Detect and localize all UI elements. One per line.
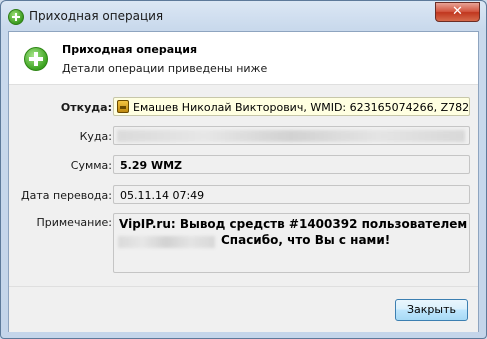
window-title: Приходная операция [29,9,164,23]
amount-field[interactable]: 5.29 WMZ [113,155,470,174]
amount-value: 5.29 WMZ [120,159,183,172]
dialog-header: Приходная операция Детали операции приве… [9,32,478,85]
to-label: Куда: [79,130,112,143]
dialog-footer: Закрыть [9,286,478,332]
note-field[interactable]: VipIP.ru: Вывод средств #1400392 пользов… [113,213,470,273]
to-field[interactable] [113,126,470,145]
dialog-window: Приходная операция ✕ Приходная операция … [0,0,487,339]
wallet-icon [117,100,129,113]
title-bar[interactable]: Приходная операция ✕ [1,1,486,31]
green-plus-icon [24,47,48,71]
from-value: Емашев Николай Викторович, WMID: 6231650… [133,101,470,114]
close-button[interactable]: Закрыть [395,299,468,321]
window-close-button[interactable]: ✕ [435,2,480,22]
redacted-area [118,236,215,248]
note-line-2: Спасибо, что Вы с нами! [221,233,391,247]
date-field[interactable]: 05.11.14 07:49 [113,185,470,204]
from-label: Откуда: [60,101,112,114]
note-line-1: VipIP.ru: Вывод средств #1400392 пользов… [119,217,468,231]
green-plus-icon [8,9,24,25]
date-label: Дата перевода: [21,189,112,202]
dialog-client-area: Приходная операция Детали операции приве… [8,31,479,332]
note-label: Примечание: [36,216,112,229]
from-field[interactable]: Емашев Николай Викторович, WMID: 6231650… [113,97,470,116]
date-value: 05.11.14 07:49 [120,189,205,202]
header-subtitle: Детали операции приведены ниже [62,62,268,75]
redacted-area [117,130,465,142]
header-title: Приходная операция [62,43,198,56]
amount-label: Сумма: [70,159,112,172]
